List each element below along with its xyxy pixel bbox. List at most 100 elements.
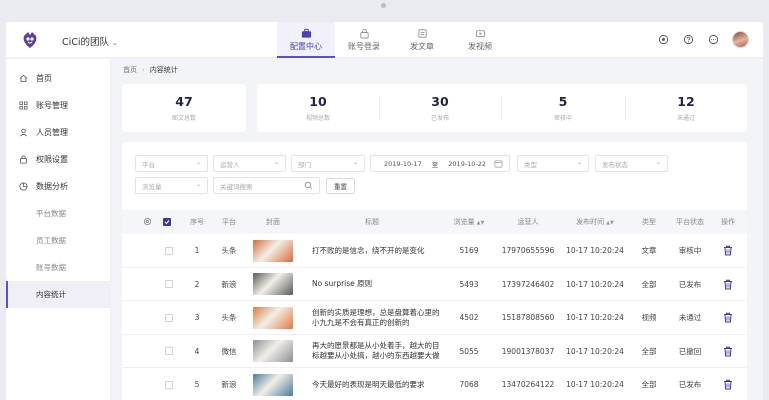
row-checkbox[interactable] <box>163 301 175 334</box>
row-time: 10-17 10:20:24 <box>566 313 624 322</box>
sidebar-item-label: 人员管理 <box>36 128 68 137</box>
row-cover[interactable] <box>253 368 293 400</box>
app-window: CiCi的团队 ⌄ 配置中心 账号登录 发文章 发视频 首页 账号管理 人员管理… <box>6 22 763 400</box>
calendar-icon <box>494 160 503 168</box>
nav-label: 配置中心 <box>290 42 322 51</box>
col-time[interactable]: 发布时间 ▲▼ <box>570 210 620 234</box>
trash-icon <box>724 346 732 356</box>
delete-button[interactable] <box>716 268 740 301</box>
nav-config-center[interactable]: 配置中心 <box>277 22 335 58</box>
stat-label: 图文总数 <box>171 115 196 122</box>
row-title[interactable]: 打不败的是信念，绕不开的是变化 <box>312 234 452 267</box>
sidebar-item-staff[interactable]: 人员管理 <box>6 119 110 146</box>
nav-publish-video[interactable]: 发视频 <box>451 22 509 58</box>
reset-button[interactable]: 重置 <box>326 178 355 194</box>
briefcase-icon <box>301 28 311 38</box>
chevron-down-icon: ⌄ <box>352 159 358 166</box>
trash-icon <box>724 245 732 256</box>
delete-button[interactable] <box>716 234 740 267</box>
sidebar-sub-account-data[interactable]: 账号数据 <box>6 254 110 281</box>
row-platform: 头条 <box>221 313 237 322</box>
cover-thumbnail <box>253 340 293 362</box>
checkbox <box>163 218 171 226</box>
row-title[interactable]: 今天最好的表现是明天最低的要求 <box>312 368 452 400</box>
sidebar-sub-content-stats[interactable]: 内容统计 <box>6 281 110 308</box>
settings-button[interactable] <box>657 34 669 46</box>
table-row: 2 新浪 No surprise 原则 5493 17397246402 10-17 10… <box>122 268 747 301</box>
type-select[interactable]: 类型 ⌄ <box>517 155 589 172</box>
row-title[interactable]: No surprise 原则 <box>312 268 452 301</box>
nav-label: 发视频 <box>468 42 492 51</box>
row-status: 已发布 <box>678 279 702 289</box>
row-status: 审核中 <box>678 246 702 255</box>
row-title-text: 再大的愿景都是从小处着手，越大的目标越要从小处搞，越小的东西越要大做 <box>312 341 440 360</box>
department-select[interactable]: 部门 ⌄ <box>291 155 365 172</box>
row-checkbox[interactable] <box>163 268 175 301</box>
nav-publish-article[interactable]: 发文章 <box>393 22 451 58</box>
trash-icon <box>724 312 732 323</box>
sidebar-item-permissions[interactable]: 权限设置 <box>6 146 110 173</box>
sidebar-item-home[interactable]: 首页 <box>6 65 110 92</box>
input-placeholder: 关键词搜索 <box>220 182 253 191</box>
row-operator: 17970655596 <box>501 246 555 255</box>
row-cover[interactable] <box>253 335 293 368</box>
team-switcher[interactable]: CiCi的团队 ⌄ <box>62 34 118 48</box>
more-button[interactable] <box>707 34 719 46</box>
delete-button[interactable] <box>716 301 740 334</box>
trash-icon <box>724 279 732 289</box>
row-title[interactable]: 再大的愿景都是从小处着手，越大的目标越要从小处搞，越小的东西越要大做 <box>312 335 452 368</box>
row-status: 已发布 <box>678 380 702 389</box>
date-range-picker[interactable]: 2019-10-17 至 2019-10-22 <box>370 155 510 172</box>
avatar[interactable] <box>732 31 749 48</box>
row-cover[interactable] <box>253 234 293 267</box>
operator-select[interactable]: 运营人 ⌄ <box>213 155 286 172</box>
publish-status-select[interactable]: 发布状态 ⌄ <box>595 155 668 172</box>
col-views[interactable]: 浏览量 ▲▼ <box>448 210 490 234</box>
sidebar-sub-staff-data[interactable]: 员工数据 <box>6 227 110 254</box>
help-button[interactable] <box>682 34 694 46</box>
stat-video: 10 视频总数 <box>257 84 379 132</box>
row-views: 7068 <box>459 380 479 389</box>
column-settings[interactable] <box>140 210 154 234</box>
row-operator: 15187808560 <box>501 313 555 322</box>
sidebar-item-analytics[interactable]: 数据分析 <box>6 173 110 200</box>
home-icon <box>19 74 28 83</box>
cover-thumbnail <box>253 373 293 396</box>
delete-button[interactable] <box>716 335 740 368</box>
checkbox <box>165 380 173 389</box>
nav-account-login[interactable]: 账号登录 <box>335 22 393 58</box>
row-type: 全部 <box>641 346 657 356</box>
keyword-search-input[interactable]: 关键词搜索 <box>213 177 320 194</box>
breadcrumb-current: 内容统计 <box>149 66 178 74</box>
row-operator: 13470264122 <box>501 380 555 389</box>
chevron-down-icon: ⌄ <box>273 159 279 166</box>
row-title-text: 打不败的是信念，绕不开的是变化 <box>312 245 425 255</box>
views-select[interactable]: 浏览量 ⌄ <box>135 177 208 194</box>
col-cover: 封面 <box>266 218 280 226</box>
cover-thumbnail <box>253 273 293 295</box>
nav-label: 发文章 <box>410 42 434 51</box>
sidebar-item-accounts[interactable]: 账号管理 <box>6 92 110 119</box>
delete-button[interactable] <box>716 368 740 400</box>
col-time-label: 发布时间 <box>576 218 605 226</box>
row-title[interactable]: 创新的实质是理想，总是盘算着心里的小九九是不会有真正的创新的 <box>312 301 452 334</box>
breadcrumb-home[interactable]: 首页 <box>123 66 137 74</box>
row-checkbox[interactable] <box>163 234 175 267</box>
row-checkbox[interactable] <box>163 335 175 368</box>
article-icon <box>417 29 427 38</box>
row-cover[interactable] <box>253 301 293 334</box>
row-time: 10-17 10:20:24 <box>566 279 624 289</box>
row-operator: 17397246402 <box>501 279 555 289</box>
stat-value: 30 <box>431 94 449 109</box>
cover-thumbnail <box>253 306 293 329</box>
checkbox <box>165 347 173 355</box>
select-all-checkbox[interactable] <box>163 210 175 234</box>
grid-icon <box>19 101 28 110</box>
col-views-label: 浏览量 <box>453 218 475 226</box>
top-header: CiCi的团队 ⌄ 配置中心 账号登录 发文章 发视频 <box>6 22 763 58</box>
table-row: 5 新浪 今天最好的表现是明天最低的要求 7068 13470264122 10-17 1… <box>122 368 747 400</box>
sidebar-sub-platform-data[interactable]: 平台数据 <box>6 200 110 227</box>
platform-select[interactable]: 平台 ⌄ <box>135 155 208 172</box>
row-checkbox[interactable] <box>163 368 175 400</box>
row-cover[interactable] <box>253 268 293 301</box>
